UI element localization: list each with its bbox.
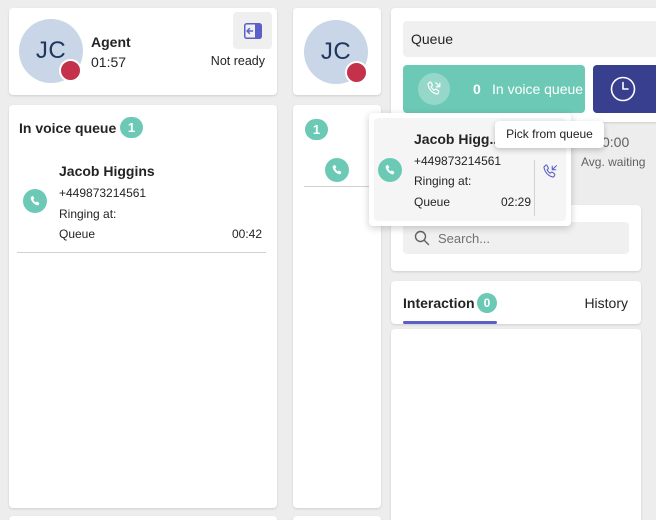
queue-item[interactable]: Jacob Higgins +449873214561 Ringing at: … [17, 151, 266, 253]
compact-queue-count-badge: 1 [305, 119, 328, 140]
pick-from-queue-tooltip: Pick from queue [495, 121, 604, 148]
avg-waiting-tile[interactable] [593, 65, 656, 113]
interaction-content-card [391, 329, 641, 520]
caller-phone: +449873214561 [59, 186, 147, 200]
agent-card: JC Agent 01:57 Not ready [9, 8, 277, 95]
popup-ringing-label: Ringing at: [414, 174, 472, 188]
agent-timer: 01:57 [91, 54, 127, 70]
search-placeholder: Search... [438, 231, 491, 246]
voice-queue-title: In voice queue [19, 120, 117, 136]
middle-bottom-card [293, 516, 381, 520]
agent-label: Agent [91, 34, 131, 50]
queue-selector[interactable]: Queue [403, 21, 656, 57]
pick-call-icon [543, 164, 557, 178]
compact-presence-busy-indicator [345, 61, 368, 84]
popup-duration: 02:29 [501, 195, 532, 209]
tab-interaction-count-badge: 0 [477, 293, 497, 313]
queue-stats-card: Queue 0 In voice queue 0:00 Avg. waiting [391, 8, 656, 169]
collapse-panel-button[interactable] [233, 12, 272, 49]
ringing-label: Ringing at: [59, 207, 117, 221]
search-input[interactable]: Search... [403, 222, 629, 254]
tab-history[interactable]: History [584, 295, 628, 311]
compact-agent-card: JC [293, 8, 381, 95]
popup-queue-name: Queue [414, 195, 451, 209]
search-icon [414, 230, 430, 246]
voice-queue-count-badge: 1 [120, 117, 143, 138]
tab-interaction[interactable]: Interaction 0 [403, 281, 497, 324]
pick-from-queue-button[interactable] [538, 160, 562, 184]
voice-queue-panel: In voice queue 1 Jacob Higgins +44987321… [9, 105, 277, 508]
compact-queue-panel: 1 [293, 105, 381, 508]
popup-caller-name: Jacob Higg... [414, 131, 502, 147]
compact-phone-call-icon [325, 158, 349, 182]
queue-selector-label: Queue [411, 31, 454, 47]
phone-call-icon [23, 189, 47, 213]
presence-busy-indicator [59, 59, 82, 82]
tab-active-underline [403, 321, 497, 324]
popup-caller-phone: +449873214561 [414, 154, 502, 168]
in-voice-queue-tile[interactable]: 0 In voice queue [403, 65, 585, 113]
popup-divider [534, 160, 535, 216]
in-voice-queue-count: 0 [473, 81, 481, 97]
queue-duration: 00:42 [231, 227, 262, 241]
avg-waiting-value: 0:00 [602, 134, 630, 150]
queue-name: Queue [59, 227, 96, 241]
in-voice-queue-label: In voice queue [492, 81, 584, 97]
voice-queue-phone-icon [418, 73, 450, 105]
panel-collapse-icon [243, 22, 262, 39]
agent-status: Not ready [210, 54, 265, 68]
tab-interaction-label: Interaction [403, 295, 475, 311]
popup-phone-call-icon [378, 158, 402, 182]
clock-icon [610, 76, 636, 102]
left-bottom-card [9, 516, 277, 520]
interaction-tabs-card: Interaction 0 History [391, 281, 641, 324]
avg-waiting-label: Avg. waiting [581, 155, 646, 169]
caller-name: Jacob Higgins [59, 163, 155, 179]
compact-queue-item[interactable] [304, 149, 370, 187]
